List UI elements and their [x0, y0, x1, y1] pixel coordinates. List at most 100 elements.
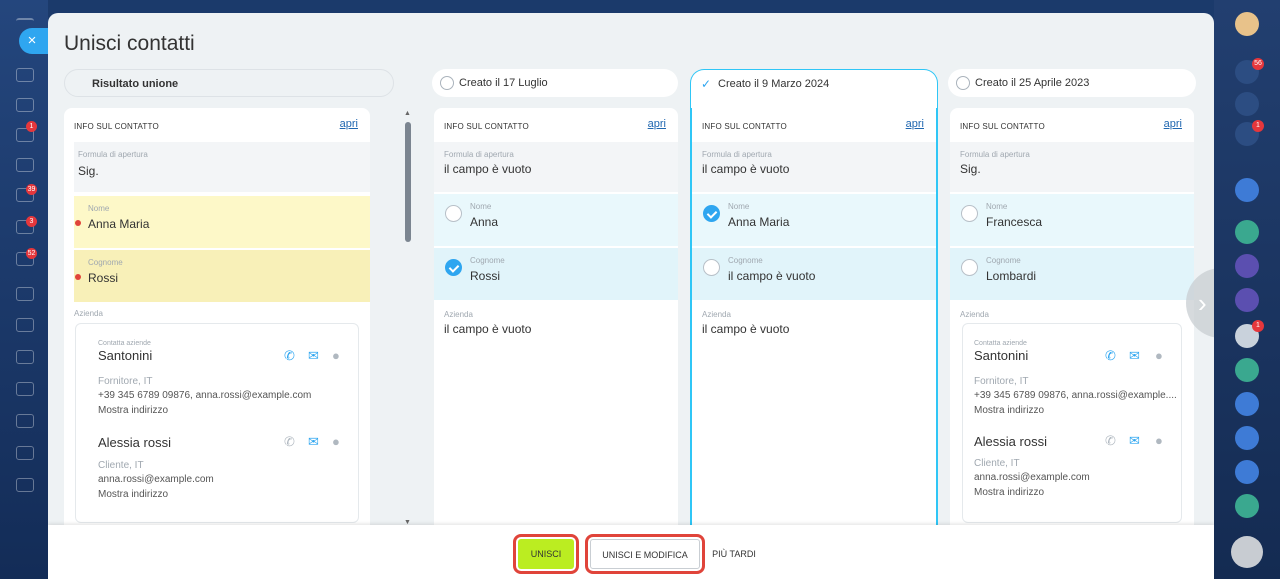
field-label: Azienda	[74, 309, 103, 318]
surname-field[interactable]: Cognome Rossi	[434, 248, 678, 300]
person-name[interactable]: Alessia rossi	[974, 434, 1047, 449]
group-icon[interactable]	[1235, 392, 1259, 416]
scroll-up-icon[interactable]: ▲	[404, 110, 411, 117]
open-link[interactable]: apri	[906, 118, 924, 130]
person-email: anna.rossi@example.com	[98, 474, 214, 485]
changed-indicator	[75, 220, 81, 226]
radio-button[interactable]	[440, 76, 454, 90]
nav-icon[interactable]	[16, 350, 34, 364]
person-name[interactable]: Alessia rossi	[98, 435, 171, 450]
merge-contacts-modal: Unisci contatti Risultato unione Creato …	[48, 13, 1214, 579]
select-radio[interactable]	[961, 205, 978, 222]
chat-icon[interactable]: ●	[1155, 348, 1163, 363]
formula-field: Formula di apertura Sig.	[950, 142, 1194, 192]
company-name[interactable]: Santonini	[98, 348, 152, 363]
name-field: Nome Anna Maria	[74, 196, 370, 248]
user-avatar[interactable]	[1235, 12, 1259, 36]
select-radio[interactable]	[703, 259, 720, 276]
pill-label: Creato il 9 Marzo 2024	[718, 78, 830, 90]
calendar-icon[interactable]	[1235, 358, 1259, 382]
formula-field: Formula di apertura Sig.	[74, 142, 370, 192]
source-pill-1[interactable]: Creato il 17 Luglio	[432, 69, 678, 97]
scrollbar-thumb[interactable]	[405, 122, 411, 242]
menu-icon[interactable]	[16, 18, 34, 28]
select-radio-checked[interactable]	[445, 259, 462, 276]
show-address-link[interactable]: Mostra indirizzo	[98, 405, 168, 416]
contact-icon[interactable]	[1235, 254, 1259, 278]
name-field[interactable]: Nome Anna Maria	[692, 194, 936, 246]
mail-icon[interactable]: ✉	[308, 348, 319, 364]
field-label: Cognome	[470, 256, 505, 265]
show-address-link[interactable]: Mostra indirizzo	[974, 405, 1044, 416]
select-radio-checked[interactable]	[703, 205, 720, 222]
close-icon[interactable]: ×	[19, 28, 49, 54]
message-icon[interactable]	[1235, 460, 1259, 484]
source-column-1: INFO SUL CONTATTO apri Formula di apertu…	[434, 108, 678, 528]
source-column-3: INFO SUL CONTATTO apri Formula di apertu…	[950, 108, 1194, 528]
bookmark-icon[interactable]	[1235, 178, 1259, 202]
group-icon[interactable]	[1235, 494, 1259, 518]
person-role: Cliente, IT	[974, 458, 1020, 469]
show-address-link[interactable]: Mostra indirizzo	[974, 487, 1044, 498]
contact-icon[interactable]	[1235, 288, 1259, 312]
field-label: Azienda	[960, 310, 989, 319]
chat-icon[interactable]: ●	[332, 434, 340, 449]
background-left-nav: 1 39 3 52	[0, 0, 48, 579]
nav-icon[interactable]	[16, 98, 34, 112]
field-value: Anna Maria	[88, 217, 150, 231]
chat-icon[interactable]: ●	[1155, 433, 1163, 448]
surname-field[interactable]: Cognome Lombardi	[950, 248, 1194, 300]
phone-icon[interactable]: ✆	[1105, 348, 1116, 364]
nav-icon[interactable]	[16, 287, 34, 301]
nav-icon[interactable]	[16, 414, 34, 428]
field-value: il campo è vuoto	[702, 322, 790, 336]
open-link[interactable]: apri	[1164, 118, 1182, 130]
open-link[interactable]: apri	[340, 118, 358, 130]
field-label: Formula di apertura	[444, 150, 514, 159]
field-label: Formula di apertura	[78, 150, 148, 159]
name-field[interactable]: Nome Anna	[434, 194, 678, 246]
source-pill-3[interactable]: Creato il 25 Aprile 2023	[948, 69, 1196, 97]
select-radio[interactable]	[445, 205, 462, 222]
company-name[interactable]: Santonini	[974, 348, 1028, 363]
phone-icon[interactable]: ✆	[284, 348, 295, 364]
field-label: Cognome	[986, 256, 1021, 265]
field-value: Sig.	[78, 164, 99, 178]
field-value: Lombardi	[986, 269, 1037, 283]
nav-icon[interactable]	[16, 446, 34, 460]
name-field[interactable]: Nome Francesca	[950, 194, 1194, 246]
field-label: Azienda	[702, 310, 731, 319]
field-label: Nome	[986, 202, 1008, 211]
open-link[interactable]: apri	[648, 118, 666, 130]
phone-icon[interactable]: ✆	[1105, 433, 1116, 449]
source-pill-2[interactable]: ✓ Creato il 9 Marzo 2024	[690, 69, 938, 109]
calendar-icon[interactable]	[1235, 220, 1259, 244]
merge-button[interactable]: UNISCI	[513, 534, 579, 574]
home-icon[interactable]	[16, 68, 34, 82]
pill-label: Creato il 17 Luglio	[459, 77, 548, 89]
radio-button[interactable]	[956, 76, 970, 90]
later-button[interactable]: PIÙ TARDI	[708, 539, 760, 569]
nav-icon[interactable]	[16, 382, 34, 396]
field-value: Rossi	[470, 269, 501, 283]
phone-icon[interactable]: ✆	[284, 434, 295, 450]
group-icon[interactable]	[1235, 426, 1259, 450]
scrollbar[interactable]: ▲ ▼	[403, 110, 413, 526]
nav-icon[interactable]	[16, 318, 34, 332]
pill-label: Creato il 25 Aprile 2023	[975, 77, 1090, 89]
person-email: anna.rossi@example.com	[974, 472, 1090, 483]
nav-icon[interactable]	[16, 478, 34, 492]
feed-icon[interactable]	[16, 158, 34, 172]
formula-field: Formula di apertura il campo è vuoto	[692, 142, 936, 192]
field-value: Anna	[470, 215, 499, 229]
show-address-link[interactable]: Mostra indirizzo	[98, 489, 168, 500]
chat-icon[interactable]: ●	[332, 348, 340, 363]
pulse-icon[interactable]	[1235, 92, 1259, 116]
select-radio[interactable]	[961, 259, 978, 276]
surname-field[interactable]: Cognome il campo è vuoto	[692, 248, 936, 300]
mail-icon[interactable]: ✉	[308, 434, 319, 450]
mail-icon[interactable]: ✉	[1129, 348, 1140, 364]
merge-and-edit-button[interactable]: UNISCI E MODIFICA	[585, 534, 705, 574]
mail-icon[interactable]: ✉	[1129, 433, 1140, 449]
menu-icon[interactable]	[1231, 536, 1263, 568]
